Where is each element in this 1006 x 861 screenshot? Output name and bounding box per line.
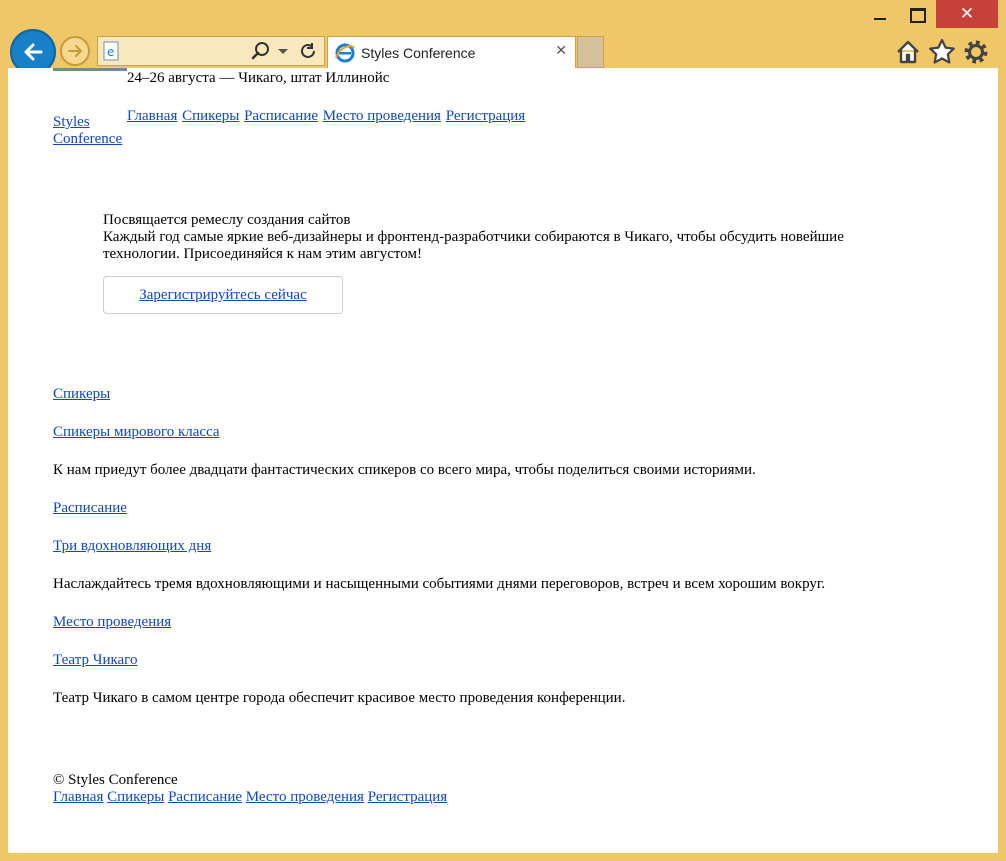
logo-line-2: Conference [53, 131, 123, 147]
minimize-button[interactable] [860, 0, 898, 28]
footer: © Styles Conference Главная Спикеры Расп… [53, 772, 447, 806]
event-info: 24–26 августа — Чикаго, штат Иллинойс [127, 70, 390, 86]
footer-copyright: © Styles Conference [53, 772, 178, 788]
new-tab-button[interactable] [577, 36, 604, 68]
arrow-left-icon [24, 43, 43, 61]
arrow-right-icon [68, 45, 82, 57]
logo-line-1: Styles [53, 114, 90, 130]
section-link-world-class-speakers[interactable]: Спикеры мирового класса [53, 424, 220, 440]
nav-link-speakers[interactable]: Спикеры [182, 108, 239, 124]
settings-gear-icon[interactable] [962, 38, 990, 66]
nav-link-venue[interactable]: Место проведения [323, 108, 441, 124]
favorites-star-icon[interactable] [928, 38, 956, 66]
nav-link-register[interactable]: Регистрация [446, 108, 526, 124]
svg-text:e: e [107, 45, 114, 59]
section-link-schedule[interactable]: Расписание [53, 500, 127, 516]
ie-page-icon: e [103, 41, 119, 61]
hero-title: Посвящается ремеслу создания сайтов [103, 212, 351, 228]
section-text-schedule: Наслаждайтесь тремя вдохновляющими и нас… [53, 576, 826, 592]
hero-section: Посвящается ремеслу создания сайтов Кажд… [103, 212, 923, 314]
forward-button[interactable] [60, 36, 90, 66]
section-text-venue: Театр Чикаго в самом центре города обесп… [53, 690, 626, 706]
section-link-chicago-theatre[interactable]: Театр Чикаго [53, 652, 137, 668]
address-input[interactable] [126, 41, 250, 63]
maximize-button[interactable] [898, 0, 936, 28]
dropdown-arrow-icon[interactable] [278, 49, 288, 54]
section-link-venue[interactable]: Место проведения [53, 614, 171, 630]
site-logo-link[interactable]: Styles Conference [53, 114, 133, 148]
nav-link-home[interactable]: Главная [127, 108, 177, 124]
section-text-speakers: К нам приедут более двадцати фантастичес… [53, 462, 756, 478]
browser-tab[interactable]: Styles Conference ✕ [327, 36, 576, 68]
footer-link-schedule[interactable]: Расписание [168, 789, 242, 805]
search-icon[interactable] [251, 41, 271, 61]
footer-link-home[interactable]: Главная [53, 789, 103, 805]
page-viewport: 24–26 августа — Чикаго, штат Иллинойс St… [8, 68, 998, 853]
footer-link-register[interactable]: Регистрация [368, 789, 448, 805]
hero-description: Каждый год самые яркие веб-дизайнеры и ф… [103, 229, 844, 262]
register-now-button[interactable]: Зарегистрируйтесь сейчас [103, 276, 343, 314]
address-bar[interactable]: e [97, 36, 325, 66]
tab-title: Styles Conference [361, 45, 476, 61]
nav-link-schedule[interactable]: Расписание [244, 108, 318, 124]
tab-close-icon[interactable]: ✕ [555, 43, 567, 59]
content-sections: Спикеры Спикеры мирового класса К нам пр… [53, 386, 953, 728]
footer-nav: Главная Спикеры Расписание Место проведе… [53, 789, 447, 806]
main-nav: Главная Спикеры Расписание Место проведе… [127, 108, 526, 125]
window-controls: ✕ [860, 0, 998, 30]
footer-link-speakers[interactable]: Спикеры [107, 789, 164, 805]
home-icon[interactable] [894, 38, 922, 66]
section-link-speakers[interactable]: Спикеры [53, 386, 110, 402]
refresh-icon[interactable] [298, 41, 318, 61]
section-link-three-days[interactable]: Три вдохновляющих дня [53, 538, 211, 554]
footer-link-venue[interactable]: Место проведения [246, 789, 364, 805]
ie-logo-icon [335, 43, 355, 63]
accent-bar [53, 68, 127, 71]
toolbar [894, 38, 990, 66]
close-window-button[interactable]: ✕ [936, 0, 998, 28]
